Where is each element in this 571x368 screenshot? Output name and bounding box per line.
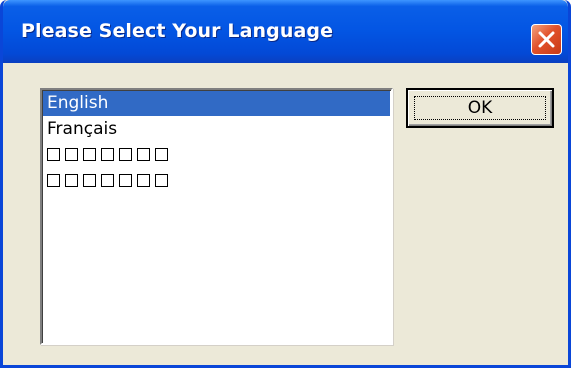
window-title: Please Select Your Language [21,20,334,42]
language-option-label: English [47,93,109,113]
missing-glyph-box-icon [65,174,78,187]
language-listbox[interactable]: English Français [40,88,393,345]
missing-glyph-box-icon [101,148,114,161]
missing-glyph-box-icon [65,148,78,161]
ok-button[interactable]: OK [406,88,554,128]
language-option-french[interactable]: Français [43,117,390,142]
missing-glyph-box-icon [155,148,168,161]
language-option-label: Français [47,119,118,139]
close-button[interactable] [531,24,562,55]
missing-glyph-box-icon [83,148,96,161]
missing-glyph-box-icon [119,174,132,187]
missing-glyph-box-icon [155,174,168,187]
language-option-unrendered-1[interactable] [43,143,390,168]
missing-glyph-box-icon [119,148,132,161]
missing-glyph-box-icon [83,174,96,187]
missing-glyph-box-icon [101,174,114,187]
missing-glyph-box-icon [137,148,150,161]
language-option-unrendered-2[interactable] [43,169,390,194]
language-option-english[interactable]: English [43,91,390,116]
missing-glyph-box-icon [137,174,150,187]
missing-glyph-box-icon [47,148,60,161]
close-x-icon [538,31,555,48]
missing-glyph-box-icon [47,174,60,187]
ok-button-label: OK [467,98,493,118]
title-bar[interactable]: Please Select Your Language [3,0,568,63]
language-dialog: Please Select Your Language English Fran… [0,0,571,368]
